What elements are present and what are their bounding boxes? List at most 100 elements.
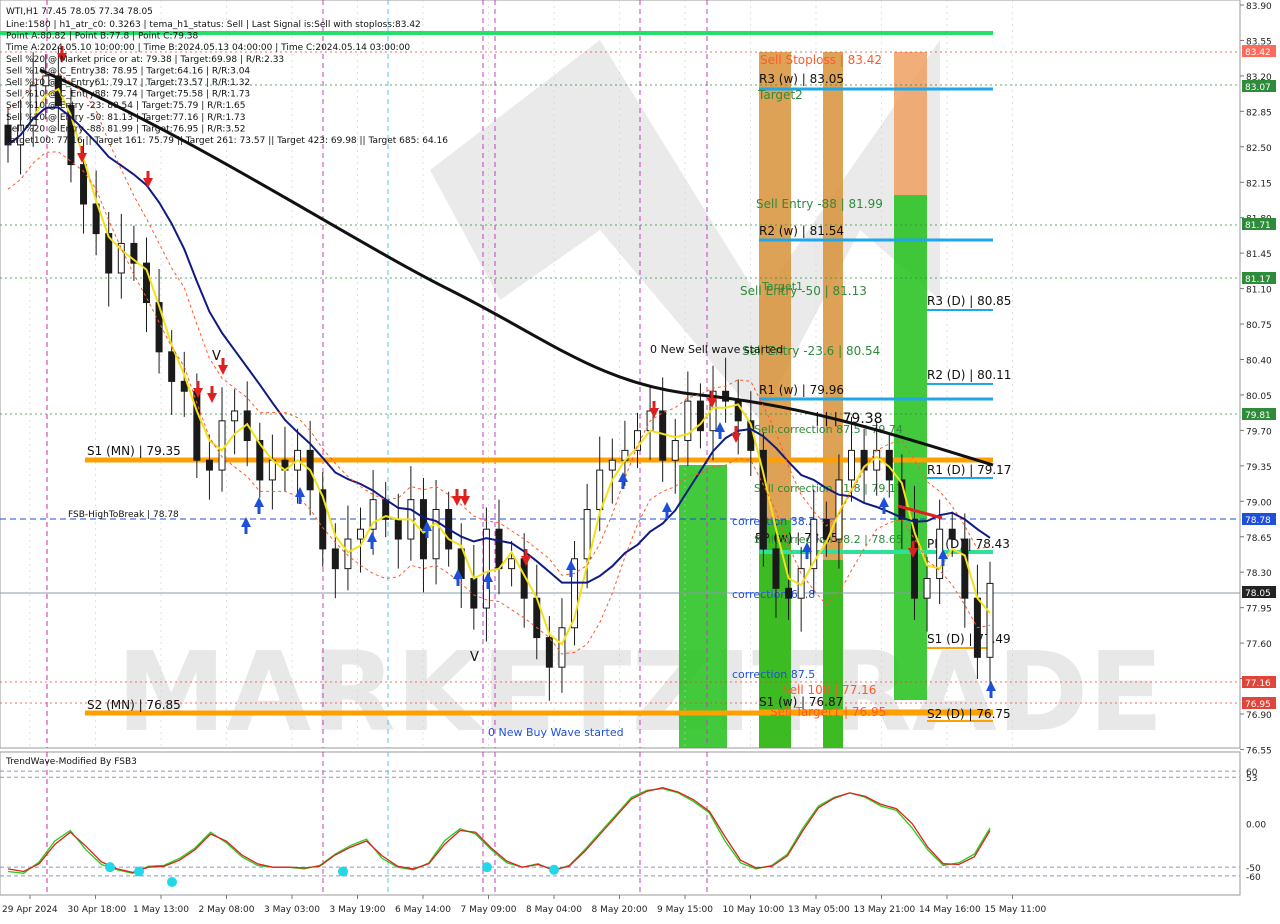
pivot-label-1: S2 (MN) | 76.85 <box>87 698 181 712</box>
price-badge-4: 79.81 <box>1245 411 1271 421</box>
price-badge-2: 81.71 <box>1245 221 1271 231</box>
osc-tick-label-2: 0.00 <box>1246 821 1266 831</box>
candle-body-44 <box>558 627 566 668</box>
price-badge-3: 81.17 <box>1245 275 1271 285</box>
price-badge-7: 77.16 <box>1245 679 1271 689</box>
annotation-18: V <box>212 349 221 364</box>
info-line-0: Line:1580 | h1_atr_c0: 0.3263 | tema_h1_… <box>6 20 421 30</box>
y-tick-label-11: 80.05 <box>1246 392 1272 402</box>
candle-body-53 <box>671 440 679 461</box>
watermark-text: MARKETZITRADE <box>117 628 1164 756</box>
y-tick-label-18: 77.60 <box>1246 640 1272 650</box>
candle-body-62 <box>785 587 793 599</box>
x-tick-label-2: 1 May 13:00 <box>133 905 189 915</box>
pivot-label-3: R3 (w) | 83.05 <box>759 72 844 86</box>
candle-body-52 <box>659 410 667 461</box>
pivot-label-10: R1 (D) | 79.17 <box>927 463 1011 477</box>
annotation-16: 0 New Buy Wave started <box>488 726 624 739</box>
x-tick-label-6: 6 May 14:00 <box>395 905 451 915</box>
y-tick-label-7: 81.45 <box>1246 250 1272 260</box>
osc-marker-2 <box>167 877 177 888</box>
osc-marker-1 <box>134 866 144 877</box>
zone-orange-3 <box>894 52 927 195</box>
y-tick-label-4: 82.50 <box>1246 144 1272 154</box>
y-tick-label-0: 83.90 <box>1246 2 1272 12</box>
candle-body-73 <box>923 577 931 599</box>
candle-body-40 <box>508 558 516 570</box>
x-tick-label-8: 8 May 04:00 <box>526 905 582 915</box>
candle-body-37 <box>470 577 478 609</box>
x-tick-label-1: 30 Apr 18:00 <box>68 905 127 915</box>
y-tick-label-12: 79.70 <box>1246 427 1272 437</box>
candle-body-21 <box>268 459 276 481</box>
candle-body-34 <box>432 508 440 560</box>
annotation-13: correction 87.5 <box>732 668 815 681</box>
candle-body-28 <box>357 528 365 540</box>
info-line-2: Time A:2024.05.10 10:00:00 | Time B:2024… <box>5 43 410 53</box>
x-tick-label-7: 7 May 09:00 <box>461 905 517 915</box>
candle-body-47 <box>596 469 604 510</box>
pivot-label-13: S2 (D) | 76.75 <box>927 707 1011 721</box>
price-badge-0: 83.42 <box>1245 48 1271 58</box>
info-line-6: Sell %10 @ C_Entry88: 79.74 | Target:75.… <box>6 90 250 100</box>
y-tick-label-14: 79.00 <box>1246 498 1272 508</box>
candle-body-27 <box>344 538 352 570</box>
price-badge-1: 83.07 <box>1245 83 1271 93</box>
oscillator-frame <box>0 751 1241 896</box>
annotation-4: Sell Entry -50 | 81.13 <box>740 284 867 298</box>
candle-body-16 <box>205 459 213 471</box>
annotation-0: Sell Stoploss | 83.42 <box>760 53 882 67</box>
annotation-8: Sell correction 87.5 | 79.74 <box>754 423 903 436</box>
pivot-label-5: R1 (w) | 79.96 <box>759 383 844 397</box>
osc-marker-4 <box>482 862 492 873</box>
candle-body-76 <box>961 538 969 599</box>
y-tick-label-13: 79.35 <box>1246 463 1272 473</box>
annotation-6: 0 New Sell wave started <box>650 343 783 356</box>
x-tick-label-3: 2 May 08:00 <box>199 905 255 915</box>
info-line-9: Sell %20 @ Entry -88: 81.99 | Target:76.… <box>6 124 245 134</box>
y-tick-label-17: 77.95 <box>1246 605 1272 615</box>
pivot-label-4: R2 (w) | 81.54 <box>759 224 844 238</box>
annotation-2: Sell Entry -88 | 81.99 <box>756 197 883 211</box>
y-tick-label-8: 81.10 <box>1246 286 1272 296</box>
osc-tick-label-1: 53 <box>1246 774 1257 784</box>
candle-body-78 <box>986 582 994 658</box>
candle-body-31 <box>394 518 402 540</box>
x-tick-label-11: 10 May 10:00 <box>723 905 785 915</box>
candle-body-43 <box>545 637 553 668</box>
x-tick-label-0: 29 Apr 2024 <box>2 905 58 915</box>
candle-body-6 <box>80 164 88 205</box>
y-tick-label-21: 76.55 <box>1246 746 1272 756</box>
x-tick-label-5: 3 May 19:00 <box>330 905 386 915</box>
info-line-7: Sell %10 @ Entry -23: 80.54 | Target:75.… <box>6 101 245 111</box>
price-badge-5: 78.78 <box>1245 516 1271 526</box>
chart-root: MARKETZITRADE S1 (MN) | 79.35 S2 (MN) | 76… <box>0 0 1280 920</box>
osc-tick-label-4: -60 <box>1246 873 1261 883</box>
osc-marker-3 <box>338 866 348 877</box>
y-tick-label-20: 76.90 <box>1246 711 1272 721</box>
oscillator-title: TrendWave-Modified By FSB3 <box>5 757 137 767</box>
pivot-label-12: S1 (D) | 77.49 <box>927 632 1011 646</box>
candle-body-17 <box>218 420 226 471</box>
x-tick-label-14: 14 May 16:00 <box>919 905 981 915</box>
candle-body-18 <box>231 410 239 422</box>
pivot-label-9: R2 (D) | 80.11 <box>927 368 1011 382</box>
x-tick-label-13: 13 May 21:00 <box>854 905 916 915</box>
candle-body-69 <box>873 449 881 471</box>
y-tick-label-16: 78.30 <box>1246 569 1272 579</box>
annotation-1: Target2 <box>757 88 803 102</box>
info-line-4: Sell %10 @ C_Entry38: 78.95 | Target:64.… <box>6 66 250 76</box>
info-line-5: Sell %10 @ C_Entry61: 79.17 | Target:73.… <box>6 78 250 88</box>
candle-body-48 <box>608 459 616 471</box>
candle-body-13 <box>168 351 176 382</box>
pivot-label-2: FSB-HighToBreak | 78.78 <box>68 510 179 520</box>
candle-body-26 <box>331 548 339 570</box>
info-line-3: Sell %20 @ Market price or at: 79.38 | T… <box>6 55 284 65</box>
candle-body-75 <box>948 528 956 540</box>
x-tick-label-9: 8 May 20:00 <box>592 905 648 915</box>
y-tick-label-15: 78.65 <box>1246 534 1272 544</box>
y-tick-label-10: 80.40 <box>1246 357 1272 367</box>
info-line-10: Target100: 77.16 || Target 161: 75.79 ||… <box>5 136 448 146</box>
osc-marker-5 <box>549 864 559 875</box>
x-tick-label-10: 9 May 15:00 <box>657 905 713 915</box>
